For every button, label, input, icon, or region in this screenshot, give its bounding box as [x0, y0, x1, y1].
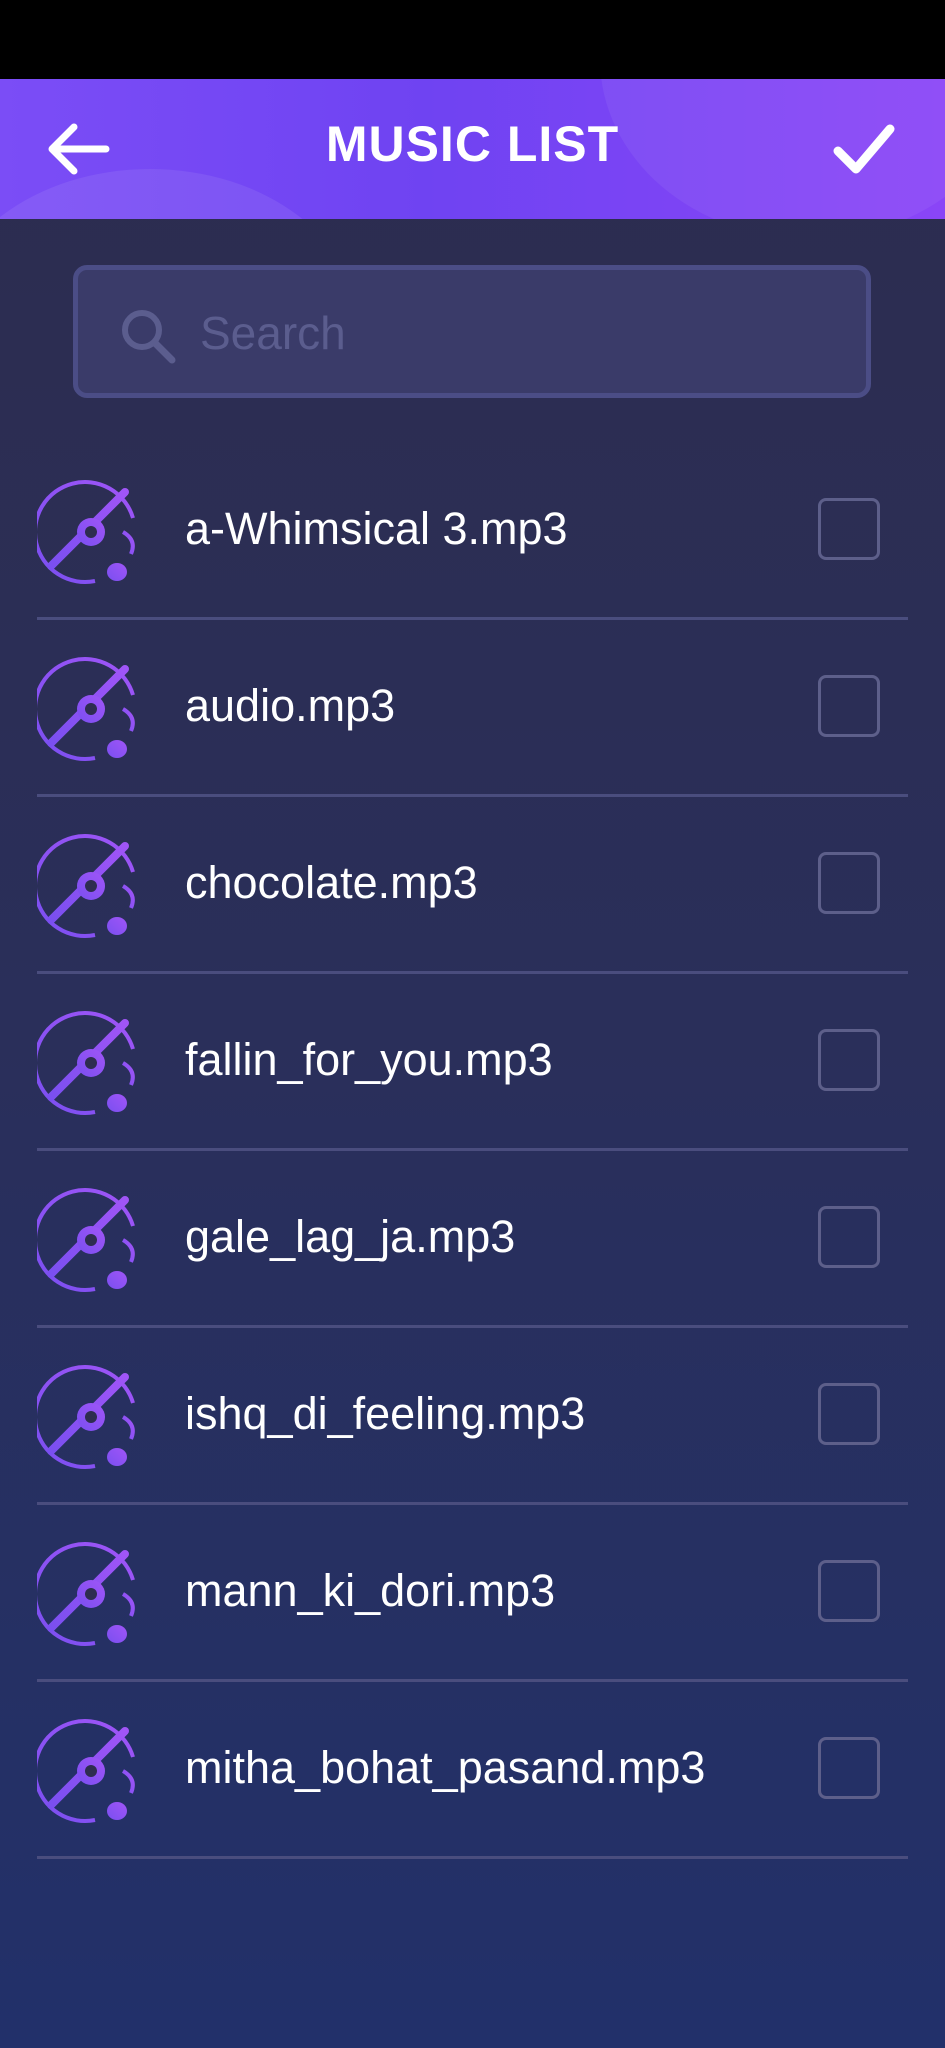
track-name: audio.mp3: [185, 680, 396, 731]
music-list-item[interactable]: ishq_di_feeling.mp3: [0, 1328, 945, 1505]
app-header: MUSIC LIST: [0, 79, 945, 219]
confirm-button[interactable]: [832, 119, 896, 179]
music-list: a-Whimsical 3.mp3 audio.mp3 chocolate.mp…: [0, 443, 945, 1859]
music-disc-icon: [37, 1365, 135, 1469]
select-checkbox[interactable]: [818, 1560, 880, 1622]
search-input[interactable]: [198, 290, 852, 375]
music-list-item[interactable]: gale_lag_ja.mp3: [0, 1151, 945, 1328]
status-bar: [0, 0, 945, 79]
music-disc-icon: [37, 1542, 135, 1646]
music-list-item[interactable]: mitha_bohat_pasand.mp3: [0, 1682, 945, 1859]
track-name: fallin_for_you.mp3: [185, 1034, 553, 1085]
track-name: mitha_bohat_pasand.mp3: [185, 1742, 706, 1793]
music-list-item[interactable]: fallin_for_you.mp3: [0, 974, 945, 1151]
search-bar[interactable]: [73, 265, 871, 398]
track-name: a-Whimsical 3.mp3: [185, 503, 568, 554]
select-checkbox[interactable]: [818, 498, 880, 560]
select-checkbox[interactable]: [818, 1383, 880, 1445]
music-list-item[interactable]: audio.mp3: [0, 620, 945, 797]
checkmark-icon: [833, 124, 895, 174]
track-name: gale_lag_ja.mp3: [185, 1211, 516, 1262]
track-name: chocolate.mp3: [185, 857, 478, 908]
search-icon: [122, 310, 176, 364]
select-checkbox[interactable]: [818, 852, 880, 914]
music-list-item[interactable]: chocolate.mp3: [0, 797, 945, 974]
track-name: ishq_di_feeling.mp3: [185, 1388, 586, 1439]
select-checkbox[interactable]: [818, 1737, 880, 1799]
music-disc-icon: [37, 657, 135, 761]
music-disc-icon: [37, 1188, 135, 1292]
music-list-item[interactable]: a-Whimsical 3.mp3: [0, 443, 945, 620]
track-name: mann_ki_dori.mp3: [185, 1565, 556, 1616]
music-disc-icon: [37, 480, 135, 584]
music-disc-icon: [37, 1719, 135, 1823]
select-checkbox[interactable]: [818, 1206, 880, 1268]
select-checkbox[interactable]: [818, 1029, 880, 1091]
divider: [37, 1856, 908, 1859]
music-disc-icon: [37, 1011, 135, 1115]
music-disc-icon: [37, 834, 135, 938]
select-checkbox[interactable]: [818, 675, 880, 737]
music-list-item[interactable]: mann_ki_dori.mp3: [0, 1505, 945, 1682]
page-title: MUSIC LIST: [325, 116, 620, 172]
